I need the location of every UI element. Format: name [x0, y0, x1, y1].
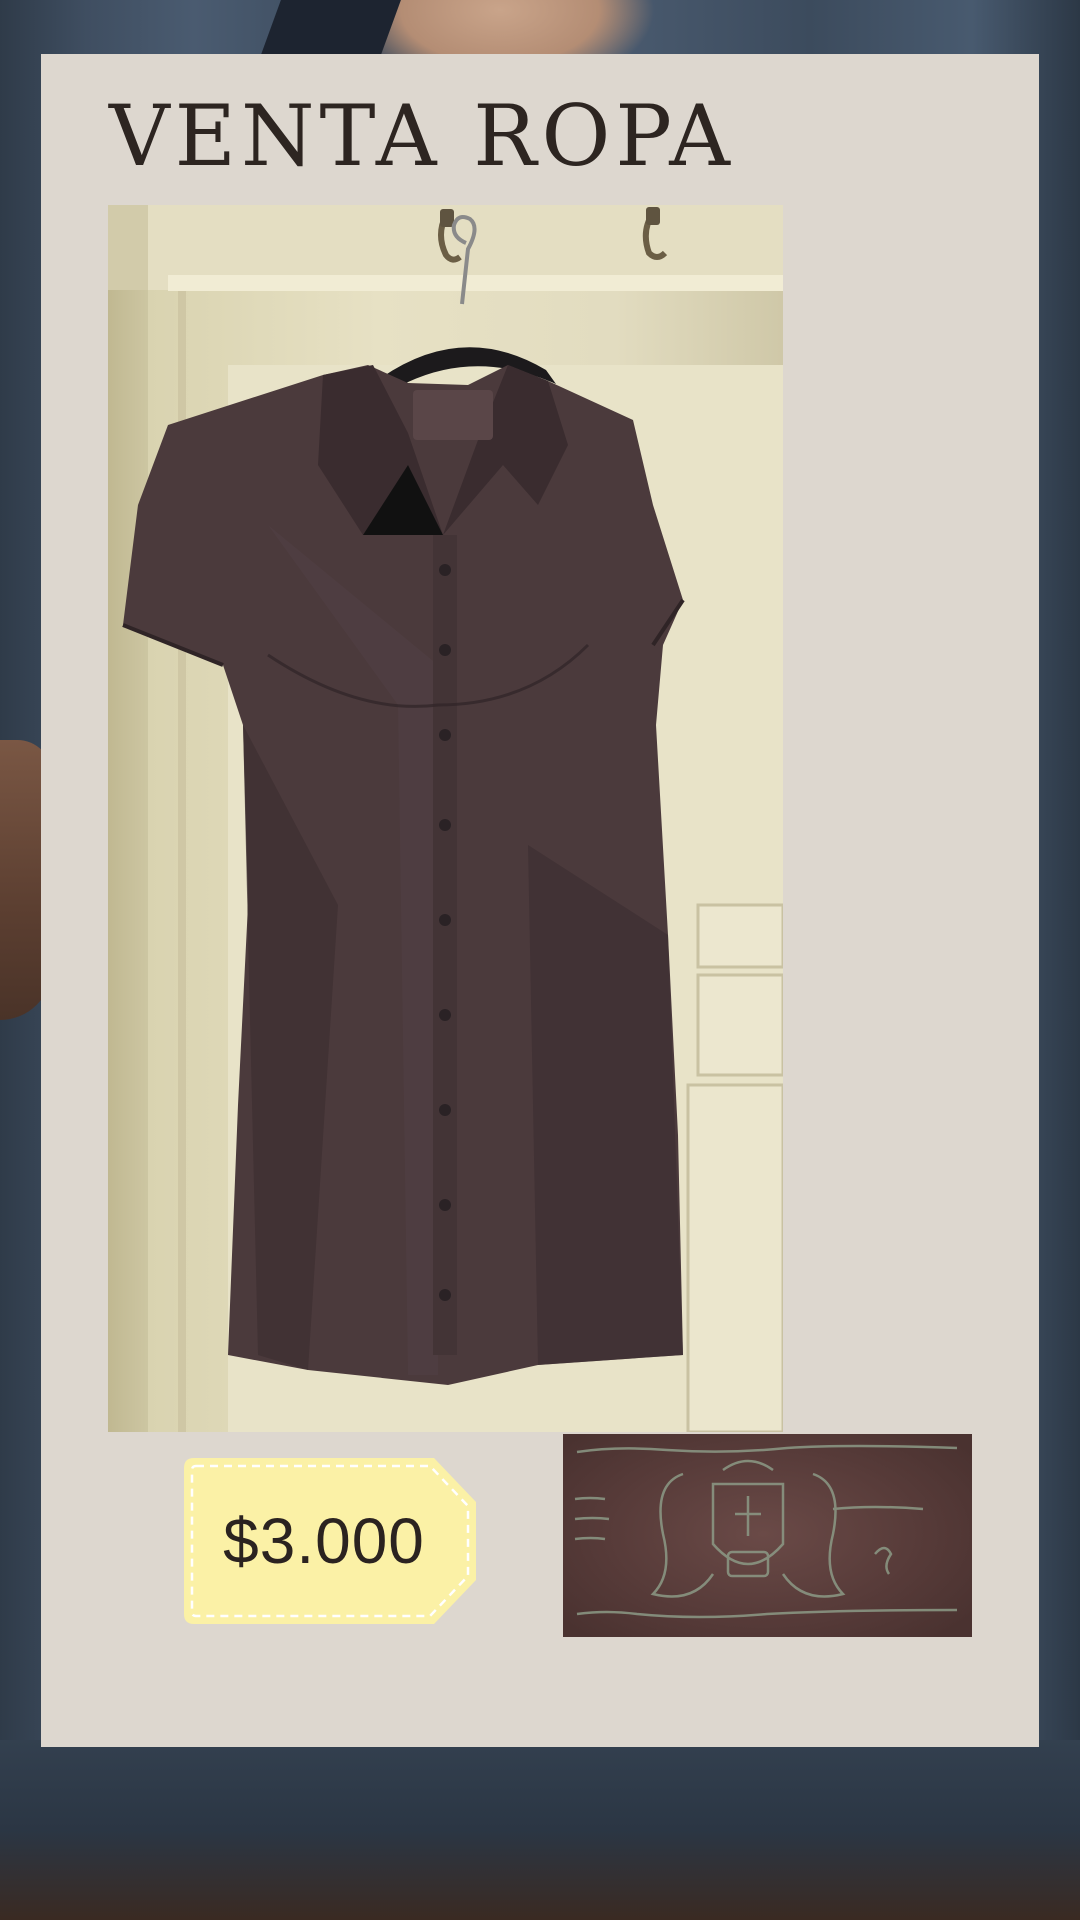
page-title: VENTA ROPA [109, 87, 735, 185]
product-photo[interactable] [108, 205, 783, 1432]
floor [0, 1740, 1080, 1920]
shirt-on-hanger-icon [108, 205, 783, 1432]
price-value: $3.000 [223, 1505, 425, 1577]
price-tag: $3.000 [184, 1458, 484, 1624]
label-photo[interactable] [563, 1434, 972, 1637]
jacket-lapel [259, 0, 401, 60]
sale-card: VENTA ROPA $3.000 [41, 54, 1039, 1747]
garment-label-icon [574, 1444, 958, 1619]
